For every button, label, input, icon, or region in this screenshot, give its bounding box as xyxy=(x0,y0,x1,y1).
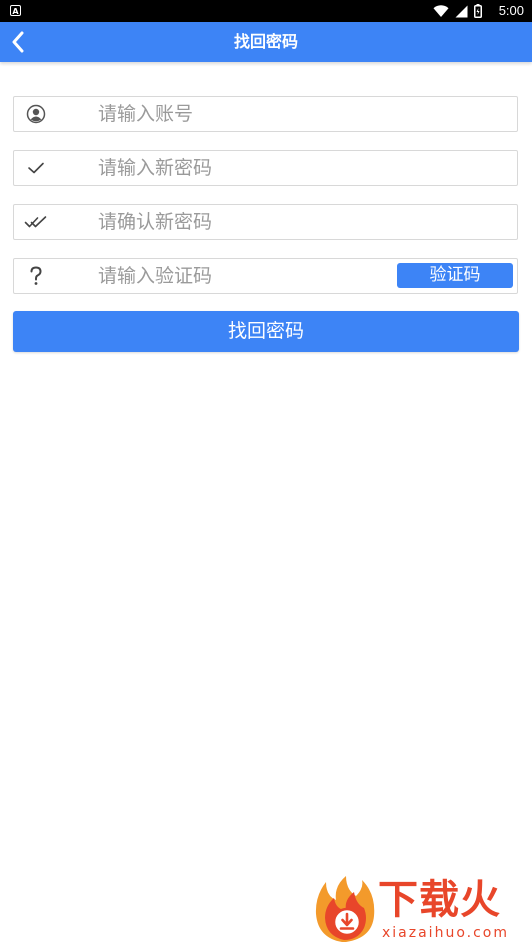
back-button[interactable] xyxy=(0,22,36,62)
chevron-left-icon xyxy=(12,31,24,53)
double-check-icon xyxy=(24,205,48,239)
watermark: 下载火 xiazaihuo.com xyxy=(312,874,528,944)
check-icon xyxy=(24,151,48,185)
notification-app-icon: A xyxy=(10,5,21,16)
user-icon xyxy=(24,97,48,131)
watermark-url: xiazaihuo.com xyxy=(382,925,509,941)
status-bar: A 5:00 xyxy=(0,0,532,22)
page-title: 找回密码 xyxy=(233,32,298,51)
account-field xyxy=(13,96,518,132)
verification-code-field: 验证码 xyxy=(13,258,518,294)
verification-code-input[interactable] xyxy=(98,259,388,293)
wifi-icon xyxy=(433,4,449,17)
new-password-field xyxy=(13,150,518,186)
new-password-input[interactable] xyxy=(98,151,388,185)
app-header: 找回密码 xyxy=(0,22,532,62)
signal-icon xyxy=(455,5,468,17)
status-icons xyxy=(433,3,482,19)
battery-icon xyxy=(474,4,482,18)
get-code-button[interactable]: 验证码 xyxy=(397,263,513,288)
question-icon xyxy=(24,259,48,293)
account-input[interactable] xyxy=(98,97,388,131)
confirm-password-input[interactable] xyxy=(98,205,388,239)
watermark-brand: 下载火 xyxy=(378,877,501,923)
submit-button[interactable]: 找回密码 xyxy=(13,311,519,352)
confirm-password-field xyxy=(13,204,518,240)
flame-logo-icon xyxy=(315,876,375,942)
status-time: 5:00 xyxy=(498,3,524,18)
